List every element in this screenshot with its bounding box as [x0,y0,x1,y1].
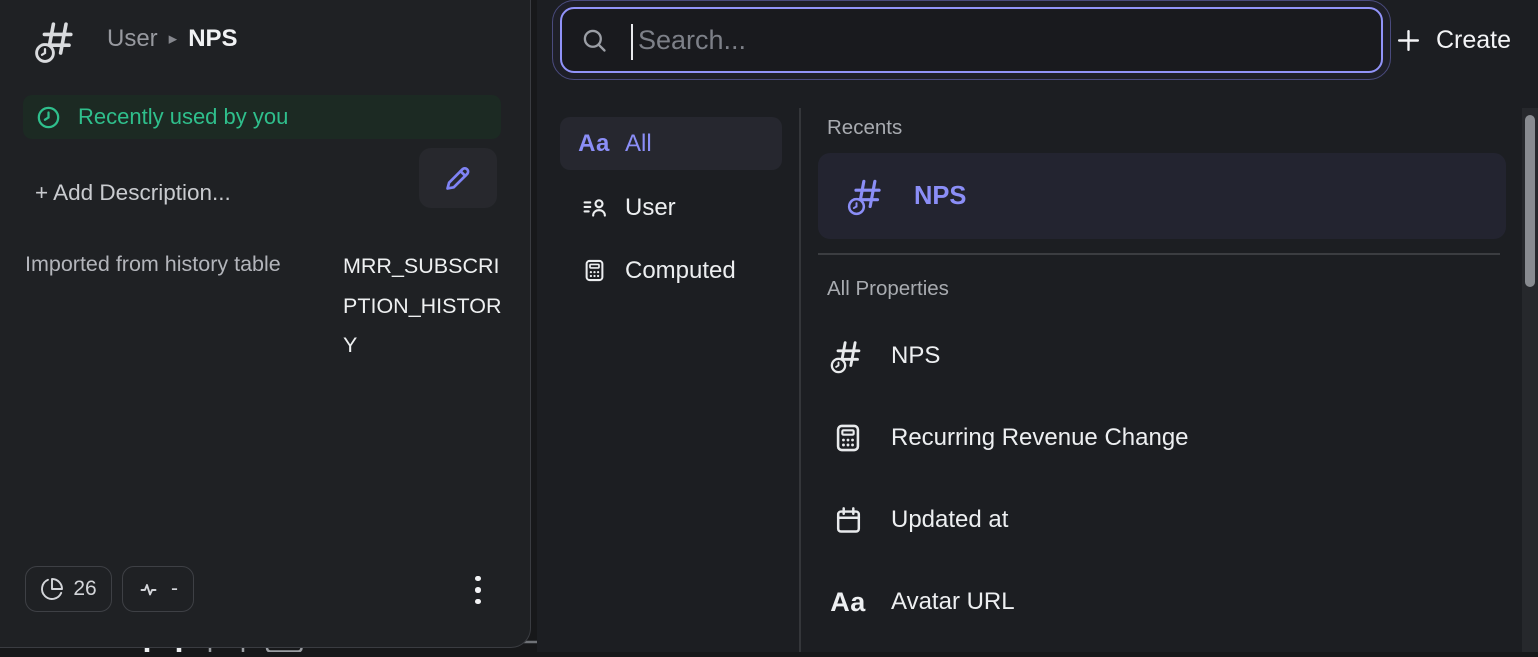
section-divider [818,253,1500,255]
property-item-updated-at[interactable]: Updated at [818,494,1506,546]
clock-icon [35,104,62,131]
text-format-icon: Aa [576,130,612,158]
section-title-all-properties: All Properties [827,277,949,301]
kebab-dot [475,587,481,593]
text-format-icon: Aa [827,587,869,618]
property-item-nps[interactable]: NPS [818,330,1506,382]
filter-tab-label: User [625,194,676,222]
breadcrumb-parent[interactable]: User [107,25,158,53]
create-button-label: Create [1436,26,1511,55]
property-item-avatar-url[interactable]: Aa Avatar URL [818,576,1506,628]
property-item-label: Avatar URL [891,588,1015,616]
property-item-label: Recurring Revenue Change [891,424,1189,452]
filter-tab-label: All [625,130,652,158]
sparkline-button[interactable]: - [122,566,194,612]
search-icon [580,26,608,54]
filter-tab-all[interactable]: Aa All [560,117,782,170]
sparkline-value: - [171,577,178,601]
recently-used-label: Recently used by you [78,104,288,130]
calculator-icon [576,257,612,284]
value-count: 26 [73,577,96,601]
activity-icon [138,577,162,601]
user-properties-icon [576,194,612,221]
property-item-label: NPS [891,342,940,370]
property-detail-card: User ▸ NPS Recently used by you + Add De… [0,0,531,648]
numeric-history-icon [33,17,81,65]
breadcrumb-current: NPS [188,25,237,53]
value-count-button[interactable]: 26 [25,566,112,612]
recent-item-label: NPS [914,182,966,211]
property-search-overlay: Create Aa All User [537,0,1538,652]
breadcrumb: User ▸ NPS [107,25,238,53]
filter-tab-user[interactable]: User [560,181,782,234]
pie-chart-icon [40,577,64,601]
calendar-icon [827,504,869,537]
property-item-recurring-revenue-change[interactable]: Recurring Revenue Change [818,412,1506,464]
section-title-recents: Recents [827,116,902,140]
recent-item-nps[interactable]: NPS [818,153,1506,239]
filter-tab-label: Computed [625,257,736,285]
edit-description-button[interactable] [419,148,497,208]
kebab-dot [475,576,481,582]
property-item-label: Updated at [891,506,1008,534]
column-divider [799,108,801,652]
breadcrumb-separator-icon: ▸ [169,29,178,49]
add-description-button[interactable]: + Add Description... [35,180,231,206]
kebab-menu-button[interactable] [463,568,493,612]
kebab-dot [475,599,481,605]
text-cursor [631,24,633,60]
numeric-history-icon [827,337,869,375]
numeric-history-icon [846,175,888,217]
create-button[interactable]: Create [1395,16,1511,64]
imported-from-label: Imported from history table [25,252,281,277]
search-field[interactable] [560,7,1383,73]
recently-used-badge: Recently used by you [23,95,501,139]
search-input[interactable] [638,9,1368,71]
plus-icon [1395,27,1422,54]
calculator-icon [827,421,869,455]
pencil-icon [441,161,475,195]
scrollbar-track[interactable] [1522,108,1538,652]
imported-table-value: MRR_SUBSCRIPTION_HISTORY [343,247,505,366]
filter-tab-computed[interactable]: Computed [560,244,782,297]
scrollbar-thumb[interactable] [1525,115,1535,287]
